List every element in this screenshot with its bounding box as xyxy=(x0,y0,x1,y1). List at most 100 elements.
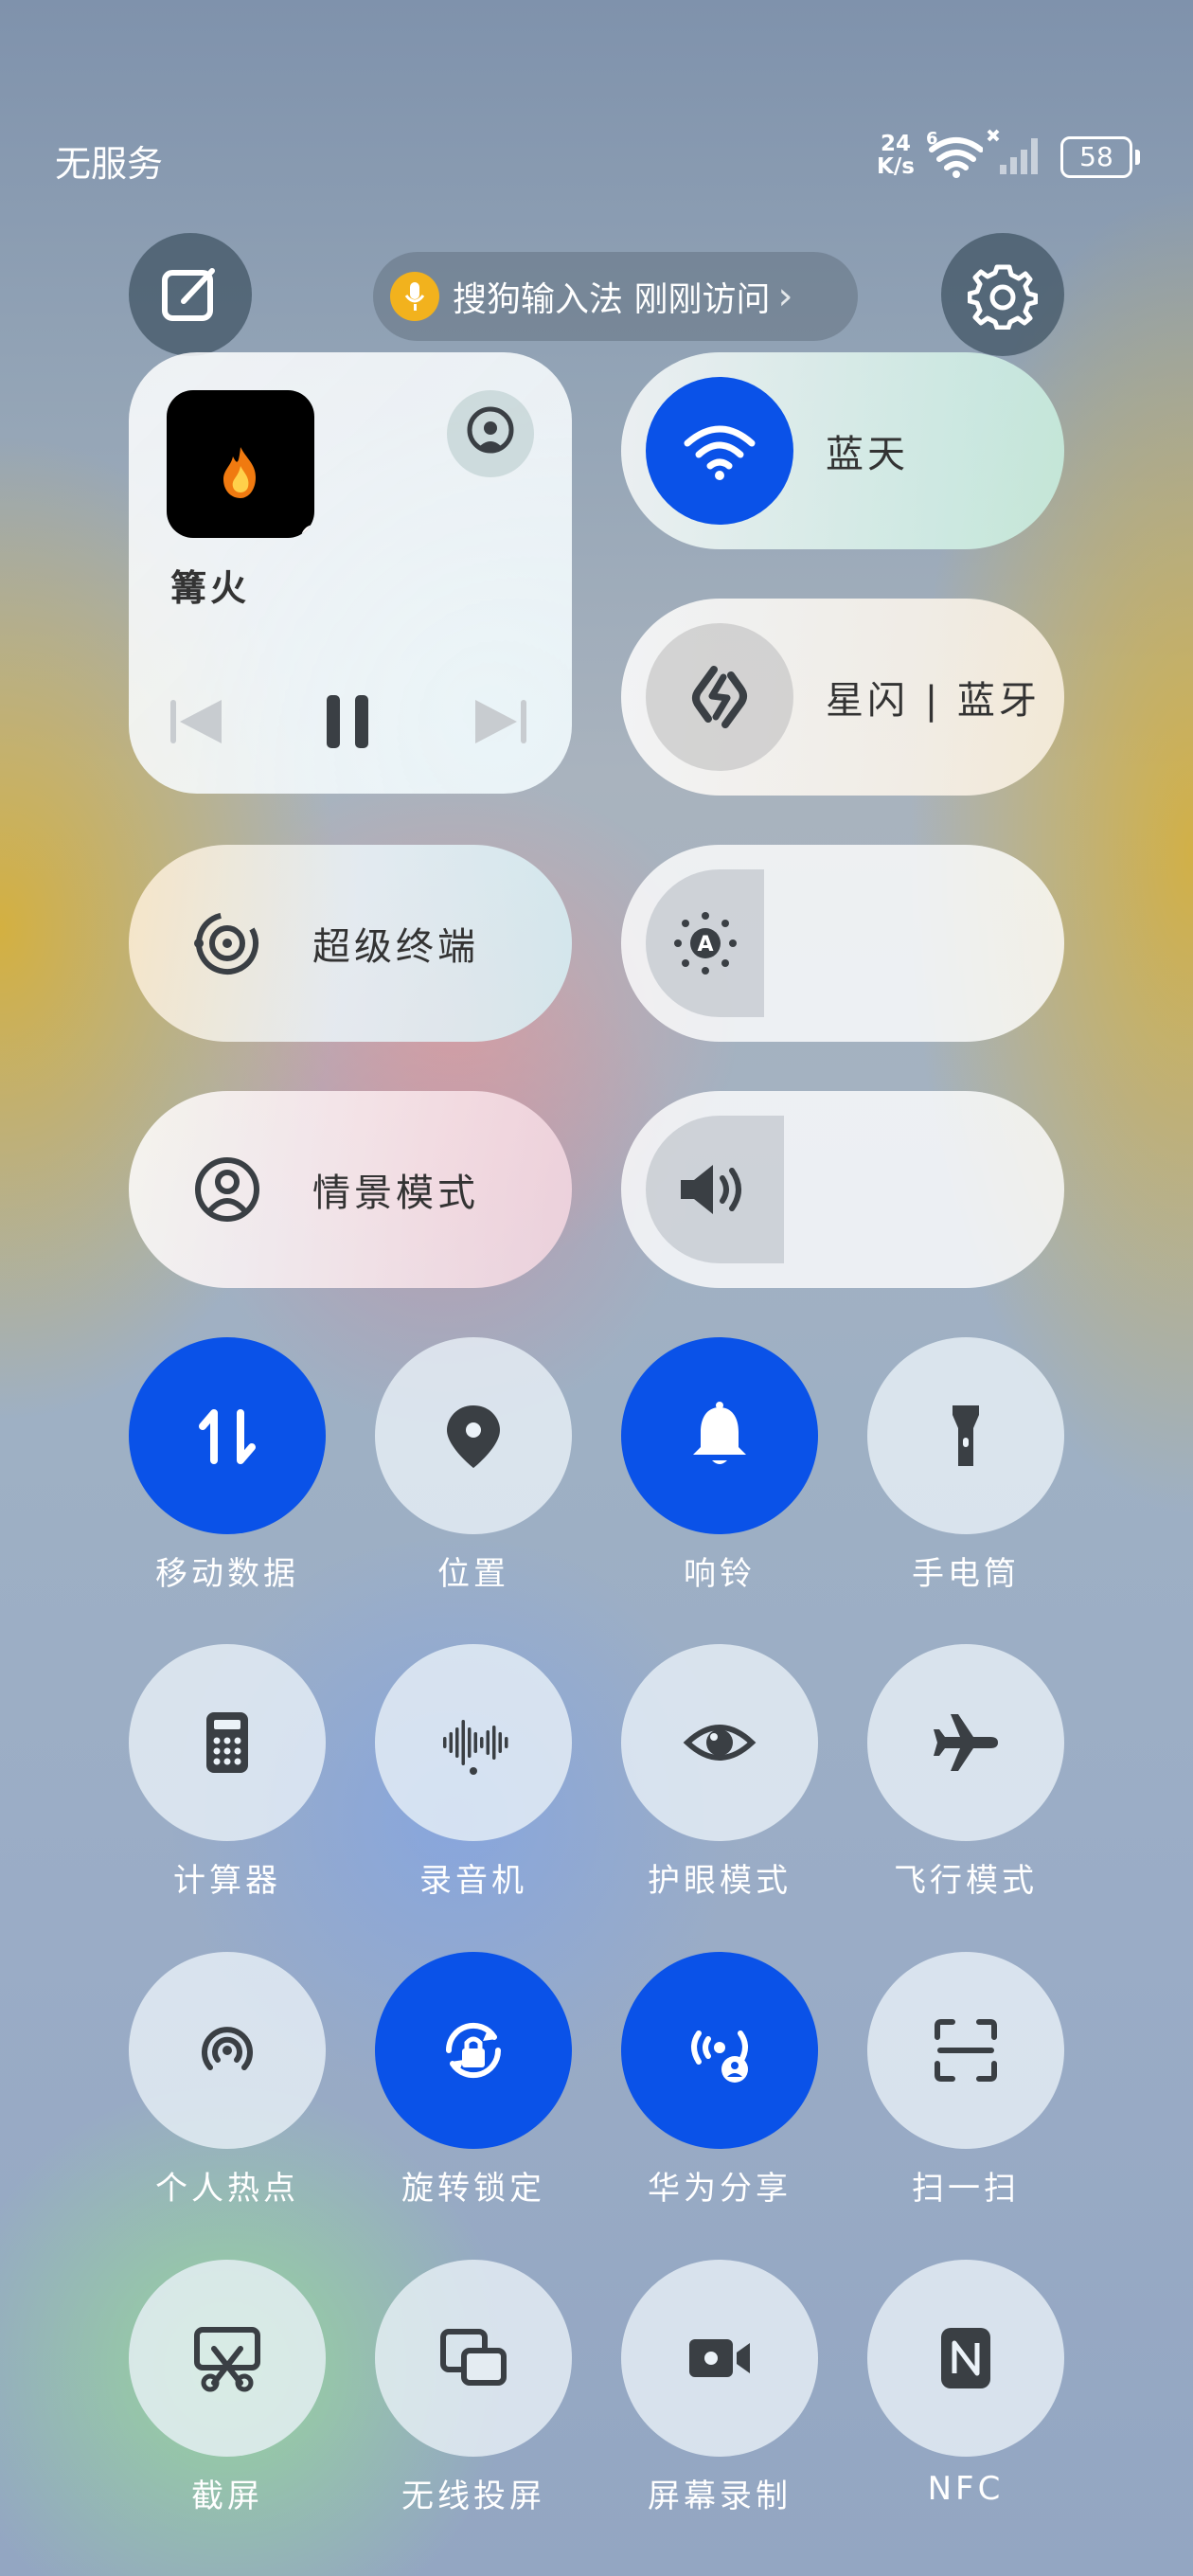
super-device-card[interactable]: 超级终端 xyxy=(129,845,572,1042)
privacy-notice-text: 搜狗输入法 刚刚访问 xyxy=(453,280,771,319)
super-device-icon-wrap xyxy=(153,869,301,1017)
audio-output-button[interactable] xyxy=(447,390,534,477)
wifi-card[interactable]: 蓝天 xyxy=(621,352,1064,549)
flame-icon xyxy=(223,447,256,498)
flashlight-toggle[interactable] xyxy=(867,1337,1064,1534)
carrier-label: 无服务 xyxy=(55,143,164,185)
screenshot-toggle[interactable] xyxy=(129,2260,326,2457)
volume-fill xyxy=(646,1116,784,1263)
nfc-toggle[interactable] xyxy=(867,2260,1064,2457)
song-title: 篝火 xyxy=(170,567,251,609)
location-toggle[interactable] xyxy=(375,1337,572,1534)
tile-label: NFC xyxy=(927,2470,1005,2508)
bluetooth-card[interactable]: 星闪 | 蓝牙 xyxy=(621,599,1064,796)
scene-mode-icon xyxy=(195,1157,259,1222)
edit-button[interactable] xyxy=(129,233,252,356)
privacy-notice[interactable]: 搜狗输入法 刚刚访问 › xyxy=(373,252,858,341)
bell-icon xyxy=(693,1402,746,1464)
scene-mode-icon-wrap xyxy=(153,1116,301,1263)
settings-button[interactable] xyxy=(941,233,1064,356)
hotspot-icon xyxy=(202,2027,253,2070)
previous-button[interactable] xyxy=(159,684,235,760)
nfc-icon xyxy=(941,2328,990,2388)
recorder-toggle[interactable] xyxy=(375,1644,572,1841)
wifi-status-icon: 6 xyxy=(926,129,983,178)
microphone-icon xyxy=(390,272,439,321)
super-device-label: 超级终端 xyxy=(312,925,479,969)
tile-recorder[interactable]: 录音机 xyxy=(375,1644,572,1901)
album-art xyxy=(167,390,314,538)
super-device-icon xyxy=(194,912,258,975)
scene-mode-label: 情景模式 xyxy=(312,1172,479,1215)
tile-bell[interactable]: 响铃 xyxy=(621,1337,818,1594)
brightness-fill: A xyxy=(646,869,764,1017)
wifi-network-name: 蓝天 xyxy=(826,433,909,476)
tile-label: 响铃 xyxy=(684,1555,756,1593)
screenshot-icon xyxy=(194,2327,260,2392)
screen-record-icon xyxy=(689,2339,750,2377)
pause-button[interactable] xyxy=(311,684,386,760)
tile-eye[interactable]: 护眼模式 xyxy=(621,1644,818,1901)
bell-toggle[interactable] xyxy=(621,1337,818,1534)
mobile-data-icon xyxy=(199,1409,256,1464)
airplane-toggle[interactable] xyxy=(867,1644,1064,1841)
speaker-icon xyxy=(681,1165,741,1214)
tile-label: 截屏 xyxy=(191,2478,263,2515)
eye-toggle[interactable] xyxy=(621,1644,818,1841)
location-icon xyxy=(447,1405,500,1468)
tile-label: 个人热点 xyxy=(155,2170,299,2208)
hotspot-toggle[interactable] xyxy=(129,1952,326,2149)
auto-brightness-icon: A xyxy=(673,912,737,975)
calculator-toggle[interactable] xyxy=(129,1644,326,1841)
next-button[interactable] xyxy=(462,684,538,760)
tile-scan[interactable]: 扫一扫 xyxy=(867,1952,1064,2209)
skip-next-icon xyxy=(475,700,526,743)
brightness-slider[interactable]: A xyxy=(621,845,1064,1042)
tile-screen-record[interactable]: 屏幕录制 xyxy=(621,2260,818,2516)
tile-mobile-data[interactable]: 移动数据 xyxy=(129,1337,326,1594)
huawei-share-toggle[interactable] xyxy=(621,1952,818,2149)
edit-icon xyxy=(162,268,215,321)
tile-location[interactable]: 位置 xyxy=(375,1337,572,1594)
tile-airplane[interactable]: 飞行模式 xyxy=(867,1644,1064,1901)
media-card[interactable]: 篝火 xyxy=(129,352,572,794)
tile-nfc[interactable]: NFC xyxy=(867,2260,1064,2508)
network-speed-value: 24 xyxy=(880,132,911,156)
wireless-projection-icon xyxy=(440,2329,507,2386)
tile-label: 扫一扫 xyxy=(912,2170,1020,2208)
tile-label: 华为分享 xyxy=(648,2170,792,2208)
pause-icon xyxy=(327,695,368,748)
volume-slider[interactable] xyxy=(621,1091,1064,1288)
tile-wireless-projection[interactable]: 无线投屏 xyxy=(375,2260,572,2516)
tile-label: 位置 xyxy=(437,1555,509,1593)
tile-flashlight[interactable]: 手电筒 xyxy=(867,1337,1064,1594)
svg-text:A: A xyxy=(697,933,713,957)
gear-icon xyxy=(968,264,1038,330)
tile-label: 屏幕录制 xyxy=(648,2478,792,2515)
tile-hotspot[interactable]: 个人热点 xyxy=(129,1952,326,2209)
mobile-data-toggle[interactable] xyxy=(129,1337,326,1534)
tile-label: 计算器 xyxy=(173,1862,281,1900)
rotation-lock-toggle[interactable] xyxy=(375,1952,572,2149)
tile-huawei-share[interactable]: 华为分享 xyxy=(621,1952,818,2209)
tile-rotation-lock[interactable]: 旋转锁定 xyxy=(375,1952,572,2209)
wireless-projection-toggle[interactable] xyxy=(375,2260,572,2457)
wifi-toggle[interactable] xyxy=(646,377,793,525)
network-speed-unit: K/s xyxy=(877,154,915,179)
bluetooth-toggle[interactable] xyxy=(646,623,793,771)
tile-label: 移动数据 xyxy=(155,1555,299,1593)
tile-label: 护眼模式 xyxy=(648,1862,792,1900)
network-speed: 24 K/s xyxy=(873,133,918,178)
flashlight-icon xyxy=(953,1405,979,1466)
tile-screenshot[interactable]: 截屏 xyxy=(129,2260,326,2516)
cast-audio-icon xyxy=(467,406,514,454)
huawei-share-icon xyxy=(691,2030,748,2083)
scene-mode-card[interactable]: 情景模式 xyxy=(129,1091,572,1288)
scan-toggle[interactable] xyxy=(867,1952,1064,2149)
screen-record-toggle[interactable] xyxy=(621,2260,818,2457)
calculator-icon xyxy=(206,1712,248,1773)
chevron-right-icon: › xyxy=(777,275,793,318)
bluetooth-label: 星闪 | 蓝牙 xyxy=(826,679,1041,723)
tile-calculator[interactable]: 计算器 xyxy=(129,1644,326,1901)
airplane-icon xyxy=(934,1714,998,1771)
